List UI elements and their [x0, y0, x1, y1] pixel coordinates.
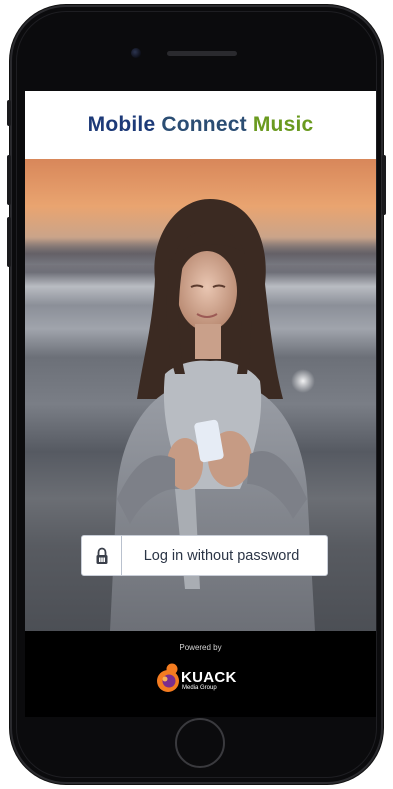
app-title-word-3: Music [252, 113, 314, 136]
app-title: Mobile Connect Music [88, 113, 314, 137]
app-screen: Mobile Connect Music Log in without pass… [25, 91, 376, 631]
power-button [382, 155, 386, 215]
app-title-word-1: Mobile [87, 113, 156, 136]
login-button-label: Log in without password [143, 547, 300, 564]
lock-icon [96, 547, 107, 564]
brand-subtitle: Media Group [182, 685, 217, 691]
volume-up-button [7, 155, 11, 205]
app-title-word-2: Connect [161, 113, 247, 136]
kuack-logo-icon [157, 663, 179, 692]
hero-photo: Log in without password [25, 159, 376, 631]
app-header: Mobile Connect Music [25, 91, 376, 159]
lock-icon-wrapper [82, 536, 122, 575]
kuack-brand: KUACK Media Group [154, 659, 254, 699]
home-button[interactable] [175, 718, 225, 768]
login-without-password-button[interactable]: Log in without password [81, 535, 328, 576]
powered-by-text: Powered by [179, 643, 222, 652]
earpiece-speaker [167, 51, 237, 56]
volume-down-button [7, 217, 11, 267]
brand-name: KUACK [181, 669, 237, 686]
mute-switch [7, 100, 11, 126]
app-footer: Powered by KUACK Media Group [25, 631, 376, 717]
front-camera-icon [131, 48, 141, 58]
